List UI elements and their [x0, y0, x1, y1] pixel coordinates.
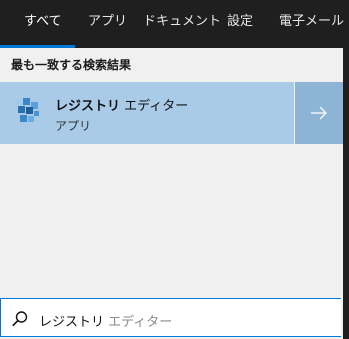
scroll-edge	[343, 48, 349, 339]
best-match-result[interactable]: レジストリ エディター アプリ	[0, 82, 294, 144]
result-title: レジストリ エディター	[55, 95, 188, 114]
tab-settings[interactable]: 設定	[227, 0, 253, 48]
search-box[interactable]: レジストリ エディター	[0, 298, 341, 337]
arrow-right-icon	[311, 106, 327, 120]
tab-all[interactable]: すべて	[24, 0, 62, 48]
tab-label: すべて	[24, 14, 62, 29]
search-icon	[12, 311, 28, 327]
result-type: アプリ	[55, 119, 92, 133]
search-filter-tabs: すべて アプリ ドキュメント 設定 電子メール	[0, 0, 349, 48]
active-tab-indicator	[0, 45, 75, 48]
tab-label: アプリ	[88, 14, 128, 29]
search-typed-text: レジストリ	[39, 315, 105, 330]
result-title-match: レジストリ	[55, 99, 121, 114]
result-title-rest: エディター	[120, 99, 189, 114]
best-match-heading: 最も一致する検索結果	[11, 58, 132, 72]
tab-apps[interactable]: アプリ	[88, 0, 127, 48]
tab-documents[interactable]: ドキュメント	[143, 0, 221, 48]
tab-email[interactable]: 電子メール	[279, 0, 344, 48]
open-result-button[interactable]	[295, 82, 343, 144]
tab-label: 電子メール	[279, 14, 345, 29]
tab-label: ドキュメント	[143, 14, 222, 29]
registry-editor-icon	[16, 98, 39, 122]
tab-label: 設定	[227, 14, 254, 29]
search-input[interactable]: レジストリ エディター	[39, 311, 172, 330]
search-suggestion-text: エディター	[104, 315, 173, 330]
